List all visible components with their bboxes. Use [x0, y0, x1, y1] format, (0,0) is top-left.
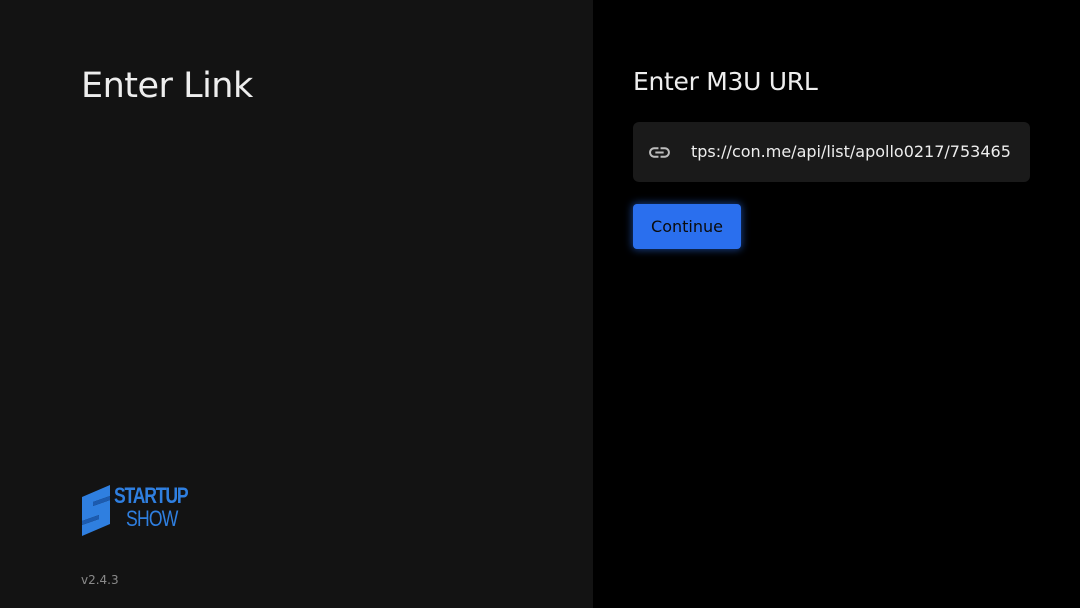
logo-word-top: STARTUP: [114, 483, 189, 508]
page-title: Enter Link: [81, 66, 253, 106]
logo-s-mark-icon: [82, 485, 110, 536]
left-panel: Enter Link STARTUP SHOW v2.4.3: [0, 0, 593, 608]
screen: Enter Link STARTUP SHOW v2.4.3 Enter M3U…: [0, 0, 1080, 608]
link-icon: [649, 147, 670, 158]
right-panel: Enter M3U URL tps://con.me/api/list/apol…: [593, 0, 1080, 608]
startup-show-logo: STARTUP SHOW: [80, 483, 200, 539]
url-value: tps://con.me/api/list/apollo0217/753465: [691, 142, 1011, 161]
continue-button[interactable]: Continue: [633, 204, 741, 249]
section-title: Enter M3U URL: [633, 67, 818, 96]
version-label: v2.4.3: [81, 573, 119, 587]
logo-word-bottom: SHOW: [126, 506, 178, 531]
m3u-url-input[interactable]: tps://con.me/api/list/apollo0217/753465: [633, 122, 1030, 182]
